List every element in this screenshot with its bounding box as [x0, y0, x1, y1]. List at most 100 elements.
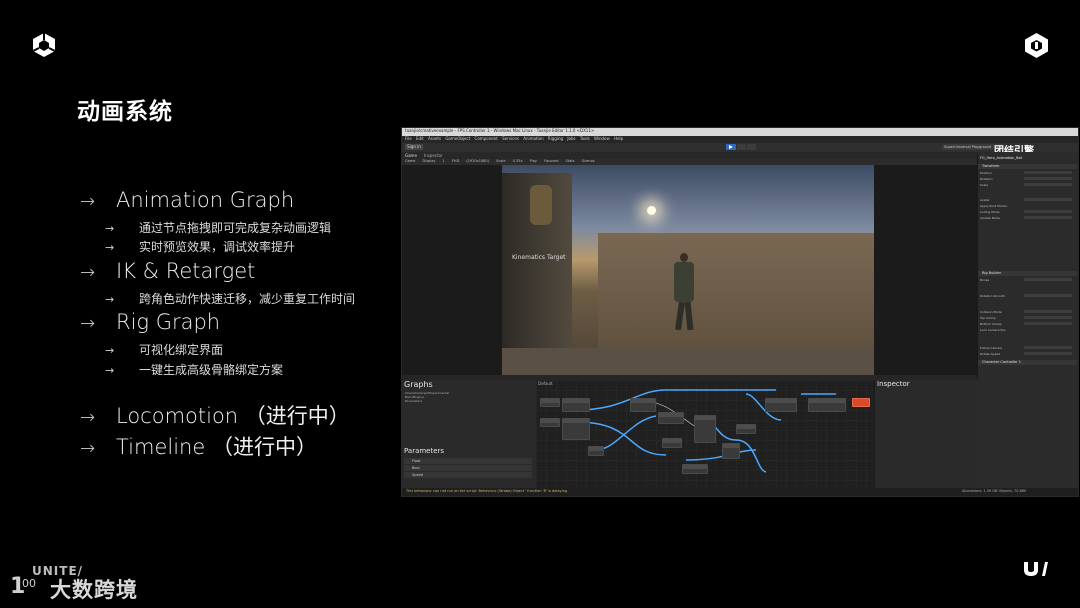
arrow-icon: →	[105, 241, 115, 254]
graphs-title: Graphs	[404, 380, 433, 389]
menu-animation-rigging[interactable]: Animation Rigging	[523, 136, 563, 141]
parameters-title: Parameters	[404, 447, 445, 455]
menu-tools[interactable]: Tools	[580, 136, 590, 141]
inspector-field[interactable]	[1024, 210, 1072, 213]
graph-item[interactable]: Parameters	[405, 399, 422, 403]
menu-jobs[interactable]: Jobs	[567, 136, 575, 141]
slide-title: 动画系统	[77, 99, 173, 125]
parameter-row[interactable]: Speed	[404, 472, 532, 478]
inspector-object-name: FG_Hero_Animation_Bot	[980, 156, 1023, 160]
step-button[interactable]	[747, 144, 756, 150]
inspector-field[interactable]	[1024, 278, 1072, 281]
menu-assets[interactable]: Assets	[428, 136, 441, 141]
game-view-dropdown[interactable]: Game	[405, 159, 415, 163]
graph-node[interactable]	[540, 398, 560, 407]
graph-node[interactable]	[630, 398, 656, 412]
tab-game[interactable]: Game	[405, 153, 417, 158]
menu-services[interactable]: Services	[502, 136, 519, 141]
sub-bullet: → 可视化绑定界面	[105, 341, 223, 358]
scene-robot	[530, 185, 552, 225]
sub-bullet: → 实时预览效果，调试效率提升	[105, 238, 295, 255]
component-header[interactable]: Character Controller 1	[978, 360, 1077, 365]
inspector-field[interactable]	[1024, 316, 1072, 319]
graph-node[interactable]	[658, 412, 684, 424]
arrow-icon: →	[80, 191, 96, 212]
scale-value: 0.35x	[512, 159, 523, 163]
graph-node[interactable]	[562, 398, 590, 412]
scene-floor	[502, 348, 874, 375]
game-toolbar-items: Game Display 1 FHD (1920x1080) Scale 0.3…	[405, 159, 595, 163]
scale-label: Scale	[496, 159, 506, 163]
graph-node[interactable]	[682, 464, 708, 474]
inspector-field[interactable]	[1024, 310, 1072, 313]
display-dropdown[interactable]: Display 1	[423, 159, 445, 163]
sign-in-button[interactable]: Sign in	[405, 144, 423, 150]
bullet-label: Locomotion （进行中）	[116, 404, 350, 428]
inspector-row: Lock Camera Pos	[980, 328, 1006, 332]
inspector-field[interactable]	[1024, 183, 1072, 186]
arrow-icon: →	[105, 344, 115, 357]
graph-node[interactable]	[765, 398, 797, 412]
component-header[interactable]: Transform	[978, 164, 1077, 169]
inspector-field[interactable]	[1024, 322, 1072, 325]
inspector-field[interactable]	[1024, 346, 1072, 349]
pause-button[interactable]	[737, 144, 746, 150]
menu-component[interactable]: Component	[475, 136, 498, 141]
gizmos-toggle[interactable]: Gizmos	[582, 159, 595, 163]
graph-node[interactable]	[562, 418, 590, 440]
inspector-field[interactable]	[1024, 352, 1072, 355]
tuanjie-cube-logo-icon	[1025, 33, 1048, 58]
bullet-label: Timeline （进行中）	[116, 435, 317, 459]
editor-menu: File Edit Assets GameObject Component Se…	[405, 136, 623, 141]
bullet-label: Rig Graph	[116, 310, 221, 334]
arrow-icon: →	[105, 222, 115, 235]
arrow-icon: →	[80, 313, 96, 334]
graph-node[interactable]	[736, 424, 756, 434]
component-header[interactable]: Rig Builder	[978, 271, 1077, 276]
inspector-field[interactable]	[1024, 198, 1072, 201]
parameter-row[interactable]: Float	[404, 458, 532, 464]
inspector-field[interactable]	[1024, 294, 1072, 297]
graph-inspector-panel	[874, 380, 978, 488]
inspector-field[interactable]	[1024, 177, 1072, 180]
bullet-locomotion: → Locomotion （进行中）	[80, 400, 350, 430]
arrow-icon: →	[105, 293, 115, 306]
bullet-animation-graph: → Animation Graph	[80, 188, 294, 212]
character-head	[680, 253, 688, 262]
menu-edit[interactable]: Edit	[416, 136, 424, 141]
arrow-icon: →	[80, 438, 96, 459]
graph-node[interactable]	[662, 438, 682, 448]
sub-bullet: → 通过节点拖拽即可完成复杂动画逻辑	[105, 219, 331, 236]
menu-gameobject[interactable]: GameObject	[445, 136, 470, 141]
graph-node[interactable]	[808, 398, 846, 412]
unite-logo-icon	[1024, 562, 1048, 576]
resolution-dropdown[interactable]: FHD (1920x1080)	[452, 159, 489, 163]
brand-watermark: 大数跨境	[50, 578, 138, 602]
graph-output-node[interactable]	[852, 398, 870, 407]
unity-cube-logo-icon	[32, 33, 56, 57]
graph-node[interactable]	[588, 446, 604, 456]
menu-file[interactable]: File	[405, 136, 412, 141]
bullet-timeline: → Timeline （进行中）	[80, 431, 317, 461]
editor-screenshot: tuanjie/creativeexample - FPS Controller…	[401, 127, 1079, 497]
arrow-icon: →	[105, 364, 115, 377]
play-focused-toggle[interactable]: Play Focused	[530, 159, 559, 163]
sub-bullet-label: 实时预览效果，调试效率提升	[139, 240, 296, 254]
editor-window-title: tuanjie/creativeexample - FPS Controller…	[405, 128, 595, 133]
sub-bullet: → 跨角色动作快速迁移，减少重复工作时间	[105, 290, 355, 307]
status-allocations: Allocations: 1.39 GB Objects: 70,660	[962, 489, 1027, 493]
parameter-row[interactable]: Bool	[404, 465, 532, 471]
stats-toggle[interactable]: Stats	[566, 159, 575, 163]
menu-window[interactable]: Window	[594, 136, 610, 141]
inspector-field[interactable]	[1024, 216, 1072, 219]
sub-bullet-label: 通过节点拖拽即可完成复杂动画逻辑	[139, 221, 332, 235]
sub-bullet-label: 跨角色动作快速迁移，减少重复工作时间	[139, 292, 356, 306]
graph-node[interactable]	[694, 415, 716, 443]
tab-inspector[interactable]: Inspector	[424, 153, 443, 158]
sub-bullet-label: 可视化绑定界面	[139, 343, 224, 357]
sub-bullet: → 一键生成高级骨骼绑定方案	[105, 361, 283, 378]
graph-node[interactable]	[540, 418, 560, 427]
inspector-field[interactable]	[1024, 171, 1072, 174]
graph-node[interactable]	[722, 443, 740, 459]
menu-help[interactable]: Help	[614, 136, 623, 141]
